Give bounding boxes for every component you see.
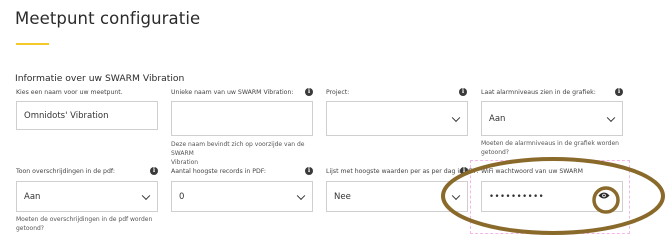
- highest-per-day-select[interactable]: Nee: [326, 181, 468, 212]
- eye-icon[interactable]: [598, 191, 610, 202]
- info-icon[interactable]: i: [460, 167, 468, 175]
- chevron-down-icon: [451, 113, 461, 122]
- field-unique-name: Unieke naam van uw SWARM Vibration: i De…: [171, 88, 313, 166]
- chevron-down-icon: [606, 113, 616, 122]
- info-icon[interactable]: i: [150, 167, 158, 175]
- exceedances-pdf-help: Moeten de overschrijdingen in de pdf wor…: [16, 215, 152, 233]
- exceedances-pdf-help-line1: Moeten de overschrijdingen in de pdf wor…: [16, 216, 153, 223]
- alarm-levels-help: Moeten de alarmniveaus in de grafiek wor…: [481, 139, 619, 157]
- info-icon[interactable]: i: [615, 88, 623, 96]
- unique-name-help: Deze naam bevindt zich op voorzijde van …: [171, 140, 313, 167]
- alarm-levels-value: Aan: [489, 113, 506, 124]
- unique-name-label: Unieke naam van uw SWARM Vibration:: [171, 89, 294, 96]
- wifi-password-input[interactable]: ••••••••••: [481, 181, 623, 212]
- exceedances-pdf-select[interactable]: Aan: [16, 181, 158, 212]
- name-input[interactable]: Omnidots' Vibration: [16, 101, 158, 130]
- unique-name-help-line1: Deze naam bevindt zich op voorzijde van …: [171, 141, 305, 157]
- field-wifi-password: WiFi wachtwoord van uw SWARM ••••••••••: [481, 168, 623, 218]
- alarm-levels-help-line1: Moeten de alarmniveaus in de grafiek wor…: [481, 140, 619, 147]
- alarm-levels-select[interactable]: Aan: [481, 101, 623, 136]
- highest-records-select[interactable]: 0: [171, 181, 313, 212]
- chevron-down-icon: [451, 191, 461, 200]
- wifi-password-label: WiFi wachtwoord van uw SWARM: [481, 168, 583, 175]
- field-alarm-levels: Laat alarmniveaus zien in de grafiek: i …: [481, 88, 623, 161]
- info-icon[interactable]: i: [459, 88, 467, 96]
- alarm-levels-help-line2: getoond?: [481, 149, 509, 156]
- highest-records-label: Aantal hoogste records in PDF:: [171, 168, 266, 175]
- project-label: Project:: [326, 89, 350, 96]
- field-highest-records: Aantal hoogste records in PDF: i 0: [171, 167, 313, 218]
- info-icon[interactable]: i: [305, 167, 313, 175]
- exceedances-pdf-label: Toon overschrijdingen in de pdf:: [16, 168, 115, 175]
- section-title: Informatie over uw SWARM Vibration: [15, 73, 185, 84]
- chevron-down-icon: [296, 191, 306, 200]
- wifi-password-value: ••••••••••: [489, 191, 545, 202]
- exceedances-pdf-help-line2: getoond?: [16, 225, 44, 232]
- unique-name-input[interactable]: [171, 101, 313, 136]
- highest-per-day-label: Lijst met hoogste waarden per as per dag…: [326, 168, 479, 175]
- page-title: Meetpunt configuratie: [15, 9, 201, 28]
- field-highest-per-day: Lijst met hoogste waarden per as per dag…: [326, 167, 479, 218]
- unique-name-help-line2: Vibration: [171, 159, 199, 166]
- field-exceedances-pdf: Toon overschrijdingen in de pdf: i Aan M…: [16, 167, 158, 243]
- highest-per-day-value: Nee: [334, 191, 351, 202]
- field-name: Kies een naam voor uw meetpunt. Omnidots…: [16, 89, 158, 139]
- name-input-value: Omnidots' Vibration: [24, 110, 109, 121]
- name-label: Kies een naam voor uw meetpunt.: [16, 89, 123, 96]
- title-underline: [16, 43, 49, 45]
- project-select[interactable]: [326, 101, 468, 136]
- exceedances-pdf-value: Aan: [24, 191, 41, 202]
- field-project: Project: i: [326, 88, 468, 139]
- chevron-down-icon: [141, 191, 151, 200]
- info-icon[interactable]: i: [305, 88, 313, 96]
- highest-records-value: 0: [179, 191, 185, 202]
- alarm-levels-label: Laat alarmniveaus zien in de grafiek:: [481, 89, 596, 96]
